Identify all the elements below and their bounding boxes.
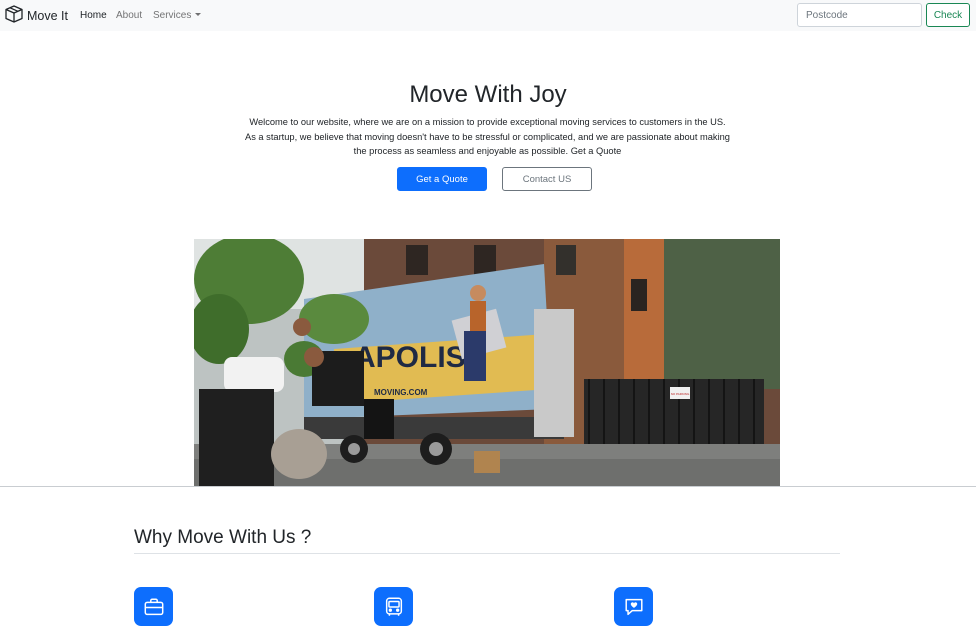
- brand[interactable]: Move It: [4, 4, 68, 29]
- no-parking-sign: NO PARKING: [671, 392, 690, 396]
- nav-home[interactable]: Home: [80, 10, 107, 21]
- truck-subtext: MOVING.COM: [374, 388, 428, 397]
- contact-us-button[interactable]: Contact US: [502, 167, 592, 191]
- features-title: Why Move With Us ?: [134, 527, 312, 548]
- chevron-down-icon: [195, 13, 202, 16]
- get-quote-button[interactable]: Get a Quote: [397, 167, 487, 191]
- box-icon: [4, 4, 24, 29]
- brand-name: Move It: [27, 9, 68, 23]
- postcode-input[interactable]: [797, 3, 922, 27]
- nav-services-dropdown[interactable]: Services: [153, 10, 202, 21]
- check-button[interactable]: Check: [926, 3, 970, 27]
- nav-about[interactable]: About: [116, 10, 142, 21]
- chat-heart-icon: [614, 587, 653, 626]
- hero-title: Move With Joy: [409, 81, 567, 108]
- hero-image: APOLIS MOVING.COM NO PARKING: [194, 239, 780, 486]
- section-divider: [0, 486, 976, 487]
- bus-icon: [374, 587, 413, 626]
- features-rule: [134, 553, 840, 554]
- briefcase-icon: [134, 587, 173, 626]
- hero-text: Welcome to our website, where we are on …: [245, 117, 730, 157]
- truck-text: APOLIS: [354, 341, 466, 374]
- nav-services-label: Services: [153, 10, 192, 21]
- navbar: Move It Home About Services Check: [0, 0, 976, 31]
